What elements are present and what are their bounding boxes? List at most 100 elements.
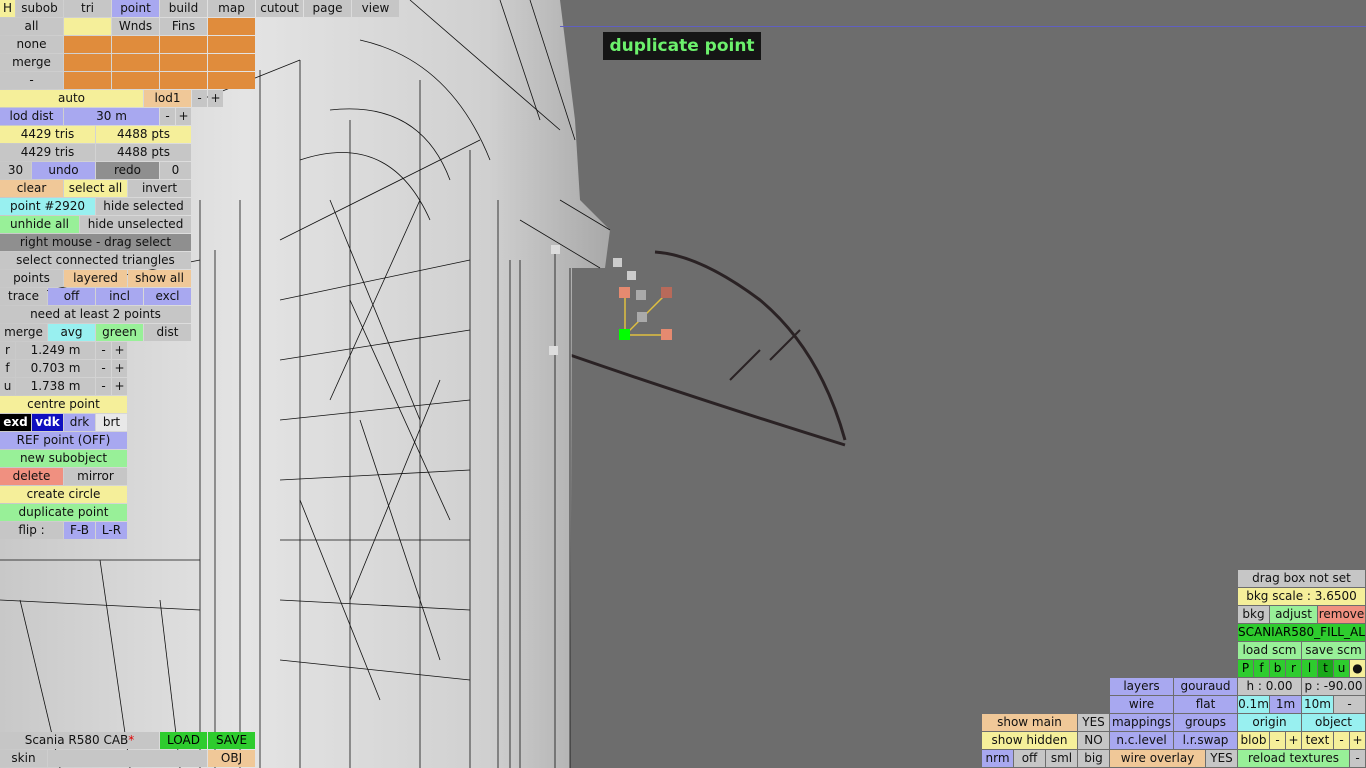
- skin-field[interactable]: [48, 750, 207, 767]
- bkg-button[interactable]: bkg: [1238, 606, 1269, 623]
- nrm-button[interactable]: nrm: [982, 750, 1013, 767]
- grid-cell[interactable]: [64, 54, 111, 71]
- tab-cutout[interactable]: cutout: [256, 0, 303, 17]
- undo-button[interactable]: undo: [32, 162, 95, 179]
- wire-button[interactable]: wire: [1110, 696, 1173, 713]
- show-all-button[interactable]: show all: [128, 270, 191, 287]
- shade-brt-button[interactable]: brt: [96, 414, 127, 431]
- trace-incl-button[interactable]: incl: [96, 288, 143, 305]
- coord-minus-f[interactable]: -: [96, 360, 111, 377]
- flip-lr-button[interactable]: L-R: [96, 522, 127, 539]
- blob-minus[interactable]: -: [1270, 732, 1285, 749]
- step-01m-button[interactable]: 0.1m: [1238, 696, 1269, 713]
- groups-button[interactable]: groups: [1174, 714, 1237, 731]
- trace-off-button[interactable]: off: [48, 288, 95, 305]
- shade-exd-button[interactable]: exd: [0, 414, 31, 431]
- grid-cell[interactable]: [208, 18, 255, 35]
- object-button[interactable]: object: [1302, 714, 1365, 731]
- create-circle-button[interactable]: create circle: [0, 486, 127, 503]
- toggle-r[interactable]: r: [1286, 660, 1301, 677]
- merge-dist-button[interactable]: dist: [144, 324, 191, 341]
- tab-h[interactable]: H: [0, 0, 15, 17]
- points-button[interactable]: points: [0, 270, 63, 287]
- duplicate-point-button[interactable]: duplicate point: [0, 504, 127, 521]
- lod-plus-button[interactable]: +: [208, 90, 223, 107]
- show-main-toggle[interactable]: YES: [1078, 714, 1109, 731]
- delete-button[interactable]: delete: [0, 468, 63, 485]
- text-plus[interactable]: +: [1350, 732, 1365, 749]
- select-connected-button[interactable]: select connected triangles: [0, 252, 191, 269]
- coord-plus-u[interactable]: +: [112, 378, 127, 395]
- hide-selected-button[interactable]: hide selected: [96, 198, 191, 215]
- gouraud-button[interactable]: gouraud: [1174, 678, 1237, 695]
- centre-point-button[interactable]: centre point: [0, 396, 127, 413]
- wire-overlay-toggle[interactable]: YES: [1206, 750, 1237, 767]
- toggle-u[interactable]: u: [1334, 660, 1349, 677]
- unhide-all-button[interactable]: unhide all: [0, 216, 79, 233]
- lod-dist-minus[interactable]: -: [160, 108, 175, 125]
- tab-tri[interactable]: tri: [64, 0, 111, 17]
- lod-dist-plus[interactable]: +: [176, 108, 191, 125]
- redo-button[interactable]: redo: [96, 162, 159, 179]
- coord-minus-u[interactable]: -: [96, 378, 111, 395]
- grid-cell[interactable]: [208, 72, 255, 89]
- toggle-dot[interactable]: ●: [1350, 660, 1365, 677]
- toggle-f[interactable]: f: [1254, 660, 1269, 677]
- show-hidden-toggle[interactable]: NO: [1078, 732, 1109, 749]
- save-scm-button[interactable]: save scm: [1302, 642, 1365, 659]
- tab-subob[interactable]: subob: [16, 0, 63, 17]
- grid-cell[interactable]: [160, 72, 207, 89]
- 3d-viewport[interactable]: [0, 0, 1366, 768]
- select-dash-button[interactable]: -: [0, 72, 63, 89]
- text-minus[interactable]: -: [1334, 732, 1349, 749]
- toggle-b[interactable]: b: [1270, 660, 1285, 677]
- tab-map[interactable]: map: [208, 0, 255, 17]
- invert-button[interactable]: invert: [128, 180, 191, 197]
- select-none-button[interactable]: none: [0, 36, 63, 53]
- grid-cell[interactable]: [160, 54, 207, 71]
- sml-button[interactable]: sml: [1046, 750, 1077, 767]
- select-merge-button[interactable]: merge: [0, 54, 63, 71]
- reload-minus-button[interactable]: -: [1350, 750, 1365, 767]
- clear-button[interactable]: clear: [0, 180, 63, 197]
- lod-auto-button[interactable]: auto: [0, 90, 143, 107]
- lr-swap-button[interactable]: l.r.swap: [1174, 732, 1237, 749]
- load-button[interactable]: LOAD: [160, 732, 207, 749]
- origin-button[interactable]: origin: [1238, 714, 1301, 731]
- off-button[interactable]: off: [1014, 750, 1045, 767]
- grid-cell[interactable]: [112, 72, 159, 89]
- shade-vdk-button[interactable]: vdk: [32, 414, 63, 431]
- hide-unselected-button[interactable]: hide unselected: [80, 216, 191, 233]
- select-all-button[interactable]: all: [0, 18, 63, 35]
- grid-cell[interactable]: [64, 36, 111, 53]
- select-all-points-button[interactable]: select all: [64, 180, 127, 197]
- grid-cell[interactable]: [112, 36, 159, 53]
- big-button[interactable]: big: [1078, 750, 1109, 767]
- lod1-button[interactable]: lod1: [144, 90, 191, 107]
- blob-plus[interactable]: +: [1286, 732, 1301, 749]
- layered-button[interactable]: layered: [64, 270, 127, 287]
- new-subobject-button[interactable]: new subobject: [0, 450, 127, 467]
- flip-fb-button[interactable]: F-B: [64, 522, 95, 539]
- remove-button[interactable]: remove: [1318, 606, 1365, 623]
- lod-minus-button[interactable]: -: [192, 90, 207, 107]
- trace-excl-button[interactable]: excl: [144, 288, 191, 305]
- ref-point-button[interactable]: REF point (OFF): [0, 432, 127, 449]
- merge-green-button[interactable]: green: [96, 324, 143, 341]
- grid-cell[interactable]: [64, 72, 111, 89]
- coord-minus-r[interactable]: -: [96, 342, 111, 359]
- layers-button[interactable]: layers: [1110, 678, 1173, 695]
- toggle-l[interactable]: l: [1302, 660, 1317, 677]
- obj-button[interactable]: OBJ: [208, 750, 255, 767]
- tab-view[interactable]: view: [352, 0, 399, 17]
- fins-button[interactable]: Fins: [160, 18, 207, 35]
- load-scm-button[interactable]: load scm: [1238, 642, 1301, 659]
- grid-cell[interactable]: [208, 36, 255, 53]
- coord-plus-r[interactable]: +: [112, 342, 127, 359]
- grid-cell[interactable]: [160, 36, 207, 53]
- tab-point[interactable]: point: [112, 0, 159, 17]
- wnds-button[interactable]: Wnds: [112, 18, 159, 35]
- shade-drk-button[interactable]: drk: [64, 414, 95, 431]
- mappings-button[interactable]: mappings: [1110, 714, 1173, 731]
- tab-build[interactable]: build: [160, 0, 207, 17]
